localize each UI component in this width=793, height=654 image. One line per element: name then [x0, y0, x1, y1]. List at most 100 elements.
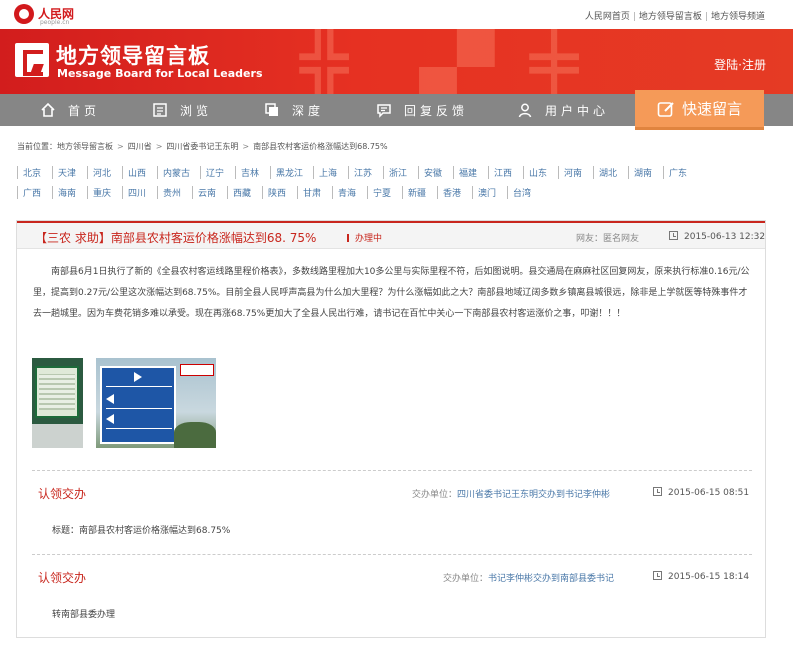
region-link[interactable]: 福建 — [453, 165, 488, 179]
region-link[interactable]: 黑龙江 — [270, 165, 313, 179]
nav-item-label: 浏览 — [180, 103, 213, 118]
quick-message-label: 快速留言 — [681, 100, 742, 118]
region-link[interactable]: 台湾 — [507, 185, 542, 199]
region-link[interactable]: 四川 — [122, 185, 157, 199]
notice-board-photo[interactable] — [32, 358, 83, 448]
browse-icon — [152, 102, 168, 118]
message-header: 【三农 求助】南部县农村客运价格涨幅达到68. 75% 办理中 网友：匿名网友 … — [17, 221, 765, 249]
region-link[interactable]: 江西 — [488, 165, 523, 179]
region-link[interactable]: 新疆 — [402, 185, 437, 199]
region-link[interactable]: 宁夏 — [367, 185, 402, 199]
sign-arrow — [106, 394, 114, 404]
reply-time-value: 2015-06-15 18:14 — [668, 572, 750, 582]
reply-unit: 交办单位：书记李仲彬交办到南部县委书记 — [443, 571, 614, 584]
breadcrumb-separator: > — [117, 142, 124, 151]
region-link[interactable]: 河北 — [87, 165, 122, 179]
photo-floor — [32, 424, 83, 448]
region-link[interactable]: 河南 — [558, 165, 593, 179]
header-banner: ╬ ▞ ╪ 地方领导留言板 Message Board for Local Le… — [0, 29, 793, 94]
message-board-logo-icon[interactable] — [15, 43, 49, 77]
breadcrumb-item[interactable]: 四川省委书记王东明 — [166, 142, 238, 151]
divider — [32, 470, 752, 471]
top-link-separator: | — [632, 12, 636, 22]
sign-line — [106, 408, 172, 409]
region-link[interactable]: 陕西 — [262, 185, 297, 199]
reply-unit: 交办单位：四川省委书记王东明交办到书记李仲彬 — [412, 487, 610, 500]
top-link-channel[interactable]: 地方领导频道 — [711, 12, 765, 22]
region-row: 广西 海南 重庆 四川 贵州 云南 西藏 陕西 甘肃 青海 宁夏 新疆 香港 澳门 台湾 — [17, 182, 767, 202]
region-link[interactable]: 贵州 — [157, 185, 192, 199]
region-link[interactable]: 安徽 — [418, 165, 453, 179]
sign-line — [106, 386, 172, 387]
region-link[interactable]: 山东 — [523, 165, 558, 179]
region-link[interactable]: 天津 — [52, 165, 87, 179]
banner-decoration: ╪ — [530, 29, 579, 94]
nav-item-label: 回复反馈 — [404, 103, 469, 118]
region-link[interactable]: 内蒙古 — [157, 165, 200, 179]
region-link[interactable]: 甘肃 — [297, 185, 332, 199]
depth-icon — [264, 102, 280, 118]
home-icon — [40, 102, 56, 118]
reply-body: 标题：南部县农村客运价格涨幅达到68.75% — [52, 526, 231, 536]
region-link[interactable]: 青海 — [332, 185, 367, 199]
quick-message-button[interactable]: 快速留言 — [635, 90, 764, 130]
road-sign-photo[interactable] — [96, 358, 216, 448]
nav-item-label: 深度 — [292, 103, 325, 118]
sign-arrow — [106, 414, 114, 424]
nav-item-label: 首页 — [68, 103, 101, 118]
breadcrumb-separator: > — [242, 142, 250, 151]
nav-item-home[interactable]: 首页 — [40, 94, 100, 126]
nav-item-user-center[interactable]: 用户中心 — [517, 94, 609, 126]
breadcrumb-prefix: 当前位置： — [17, 142, 57, 151]
top-link-separator: | — [704, 12, 708, 22]
message-card: 【三农 求助】南部县农村客运价格涨幅达到68. 75% 办理中 网友：匿名网友 … — [16, 220, 766, 638]
reply-title: 认领交办 — [38, 571, 87, 585]
region-link[interactable]: 辽宁 — [200, 165, 235, 179]
region-link[interactable]: 海南 — [52, 185, 87, 199]
region-link[interactable]: 江苏 — [348, 165, 383, 179]
photo-board — [35, 366, 79, 418]
reply-unit-label: 交办单位： — [443, 574, 489, 584]
region-link[interactable]: 广东 — [663, 165, 698, 179]
people-logo-domain: people.cn — [40, 19, 70, 26]
top-link-home[interactable]: 人民网首页 — [585, 12, 630, 22]
message-time-value: 2015-06-13 12:32 — [684, 232, 766, 242]
sign-arrow — [134, 372, 142, 382]
top-links: 人民网首页 | 地方领导留言板 | 地方领导频道 — [585, 9, 765, 22]
top-link-board[interactable]: 地方领导留言板 — [639, 12, 702, 22]
breadcrumb-item[interactable]: 四川省 — [128, 142, 152, 151]
region-link[interactable]: 吉林 — [235, 165, 270, 179]
status-badge: 办理中 — [347, 231, 382, 244]
banner-subtitle: Message Board for Local Leaders — [57, 67, 263, 80]
reply-title: 认领交办 — [38, 487, 87, 501]
region-link[interactable]: 澳门 — [472, 185, 507, 199]
login-register-link[interactable]: 登陆·注册 — [714, 56, 766, 73]
reply-unit-label: 交办单位： — [412, 490, 458, 500]
region-link[interactable]: 山西 — [122, 165, 157, 179]
nav-item-depth[interactable]: 深度 — [264, 94, 324, 126]
region-link[interactable]: 湖南 — [628, 165, 663, 179]
people-logo[interactable]: 人民网 people.cn — [14, 4, 74, 26]
nav-item-reply-feedback[interactable]: 回复反馈 — [376, 94, 468, 126]
banner-decoration: ▞ — [420, 29, 494, 94]
region-link[interactable]: 湖北 — [593, 165, 628, 179]
breadcrumb-item[interactable]: 地方领导留言板 — [57, 142, 113, 151]
banner-decoration: ╬ — [300, 29, 349, 94]
region-link[interactable]: 重庆 — [87, 185, 122, 199]
clock-icon — [653, 487, 662, 496]
nav-item-browse[interactable]: 浏览 — [152, 94, 212, 126]
breadcrumb-item: 南部县农村客运价格涨幅达到68.75% — [253, 142, 388, 151]
breadcrumb-separator: > — [155, 142, 163, 151]
region-link[interactable]: 香港 — [437, 185, 472, 199]
user-icon — [517, 102, 533, 118]
region-link[interactable]: 浙江 — [383, 165, 418, 179]
region-link[interactable]: 上海 — [313, 165, 348, 179]
reply-unit-value: 书记李仲彬交办到南部县委书记 — [488, 574, 615, 584]
region-link[interactable]: 西藏 — [227, 185, 262, 199]
message-body: 南部县6月1日执行了新的《全县农村客运线路里程价格表》，多数线路里程加大10多公… — [33, 267, 750, 319]
reply-unit-value: 四川省委书记王东明交办到书记李仲彬 — [457, 490, 611, 500]
region-link[interactable]: 云南 — [192, 185, 227, 199]
region-link[interactable]: 北京 — [17, 165, 52, 179]
region-link[interactable]: 广西 — [17, 185, 52, 199]
nav-item-label: 用户中心 — [545, 103, 610, 118]
